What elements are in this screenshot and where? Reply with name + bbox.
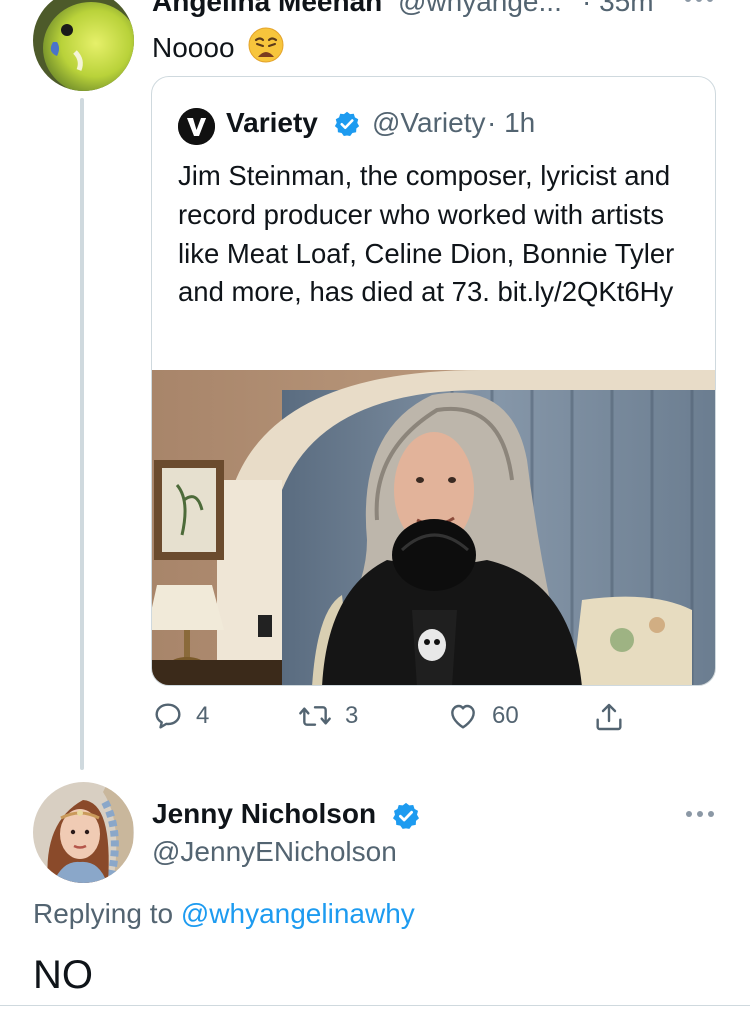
retweet-action[interactable]: 3	[297, 700, 358, 732]
tweet-timestamp[interactable]: · 35m	[582, 0, 654, 18]
retweet-icon	[299, 706, 331, 726]
divider	[0, 1005, 750, 1006]
retweet-count: 3	[345, 702, 359, 729]
like-count: 60	[492, 702, 519, 729]
tweet-text-body: Noooo	[152, 32, 235, 63]
weary-face-emoji	[248, 27, 284, 70]
variety-logo-icon	[178, 108, 215, 145]
variety-avatar[interactable]	[178, 108, 215, 145]
photo-image	[152, 370, 715, 685]
like-action[interactable]: 60	[446, 700, 519, 732]
quoted-tweet-timestamp[interactable]: · 1h	[487, 107, 535, 139]
heart-icon	[451, 704, 475, 729]
author-name[interactable]: Angelina Meehan	[152, 0, 382, 18]
share-action[interactable]	[593, 700, 625, 734]
avatar-jenny[interactable]	[33, 782, 134, 883]
reply-author-name[interactable]: Jenny Nicholson	[152, 798, 376, 830]
quoted-author-handle[interactable]: @Variety	[372, 107, 486, 139]
quoted-tweet-card[interactable]: Variety @Variety · 1h Jim Steinman, the …	[151, 76, 716, 686]
replying-to-prefix: Replying to	[33, 898, 181, 929]
reply-icon	[155, 703, 181, 729]
verified-badge-icon	[391, 801, 421, 836]
more-icon[interactable]	[685, 0, 713, 2]
reply-tweet-text: NO	[33, 953, 93, 997]
more-icon[interactable]	[686, 811, 714, 817]
avatar-angelina[interactable]	[33, 0, 134, 91]
reply-author-handle[interactable]: @JennyENicholson	[152, 836, 397, 868]
reply-count: 4	[196, 702, 210, 729]
reply-action[interactable]: 4	[152, 700, 209, 732]
replying-to-link[interactable]: @whyangelinawhy	[181, 898, 415, 929]
author-handle[interactable]: @whyange...	[398, 0, 562, 18]
verified-badge-icon	[333, 110, 361, 143]
quoted-author-name[interactable]: Variety	[226, 107, 318, 139]
tweet-text: Noooo	[152, 27, 284, 70]
replying-to: Replying to @whyangelinawhy	[33, 898, 415, 930]
quoted-tweet-text: Jim Steinman, the composer, lyricist and…	[178, 160, 675, 308]
thread-line	[80, 98, 84, 770]
share-icon	[596, 703, 622, 731]
quoted-tweet-photo[interactable]	[152, 370, 715, 685]
